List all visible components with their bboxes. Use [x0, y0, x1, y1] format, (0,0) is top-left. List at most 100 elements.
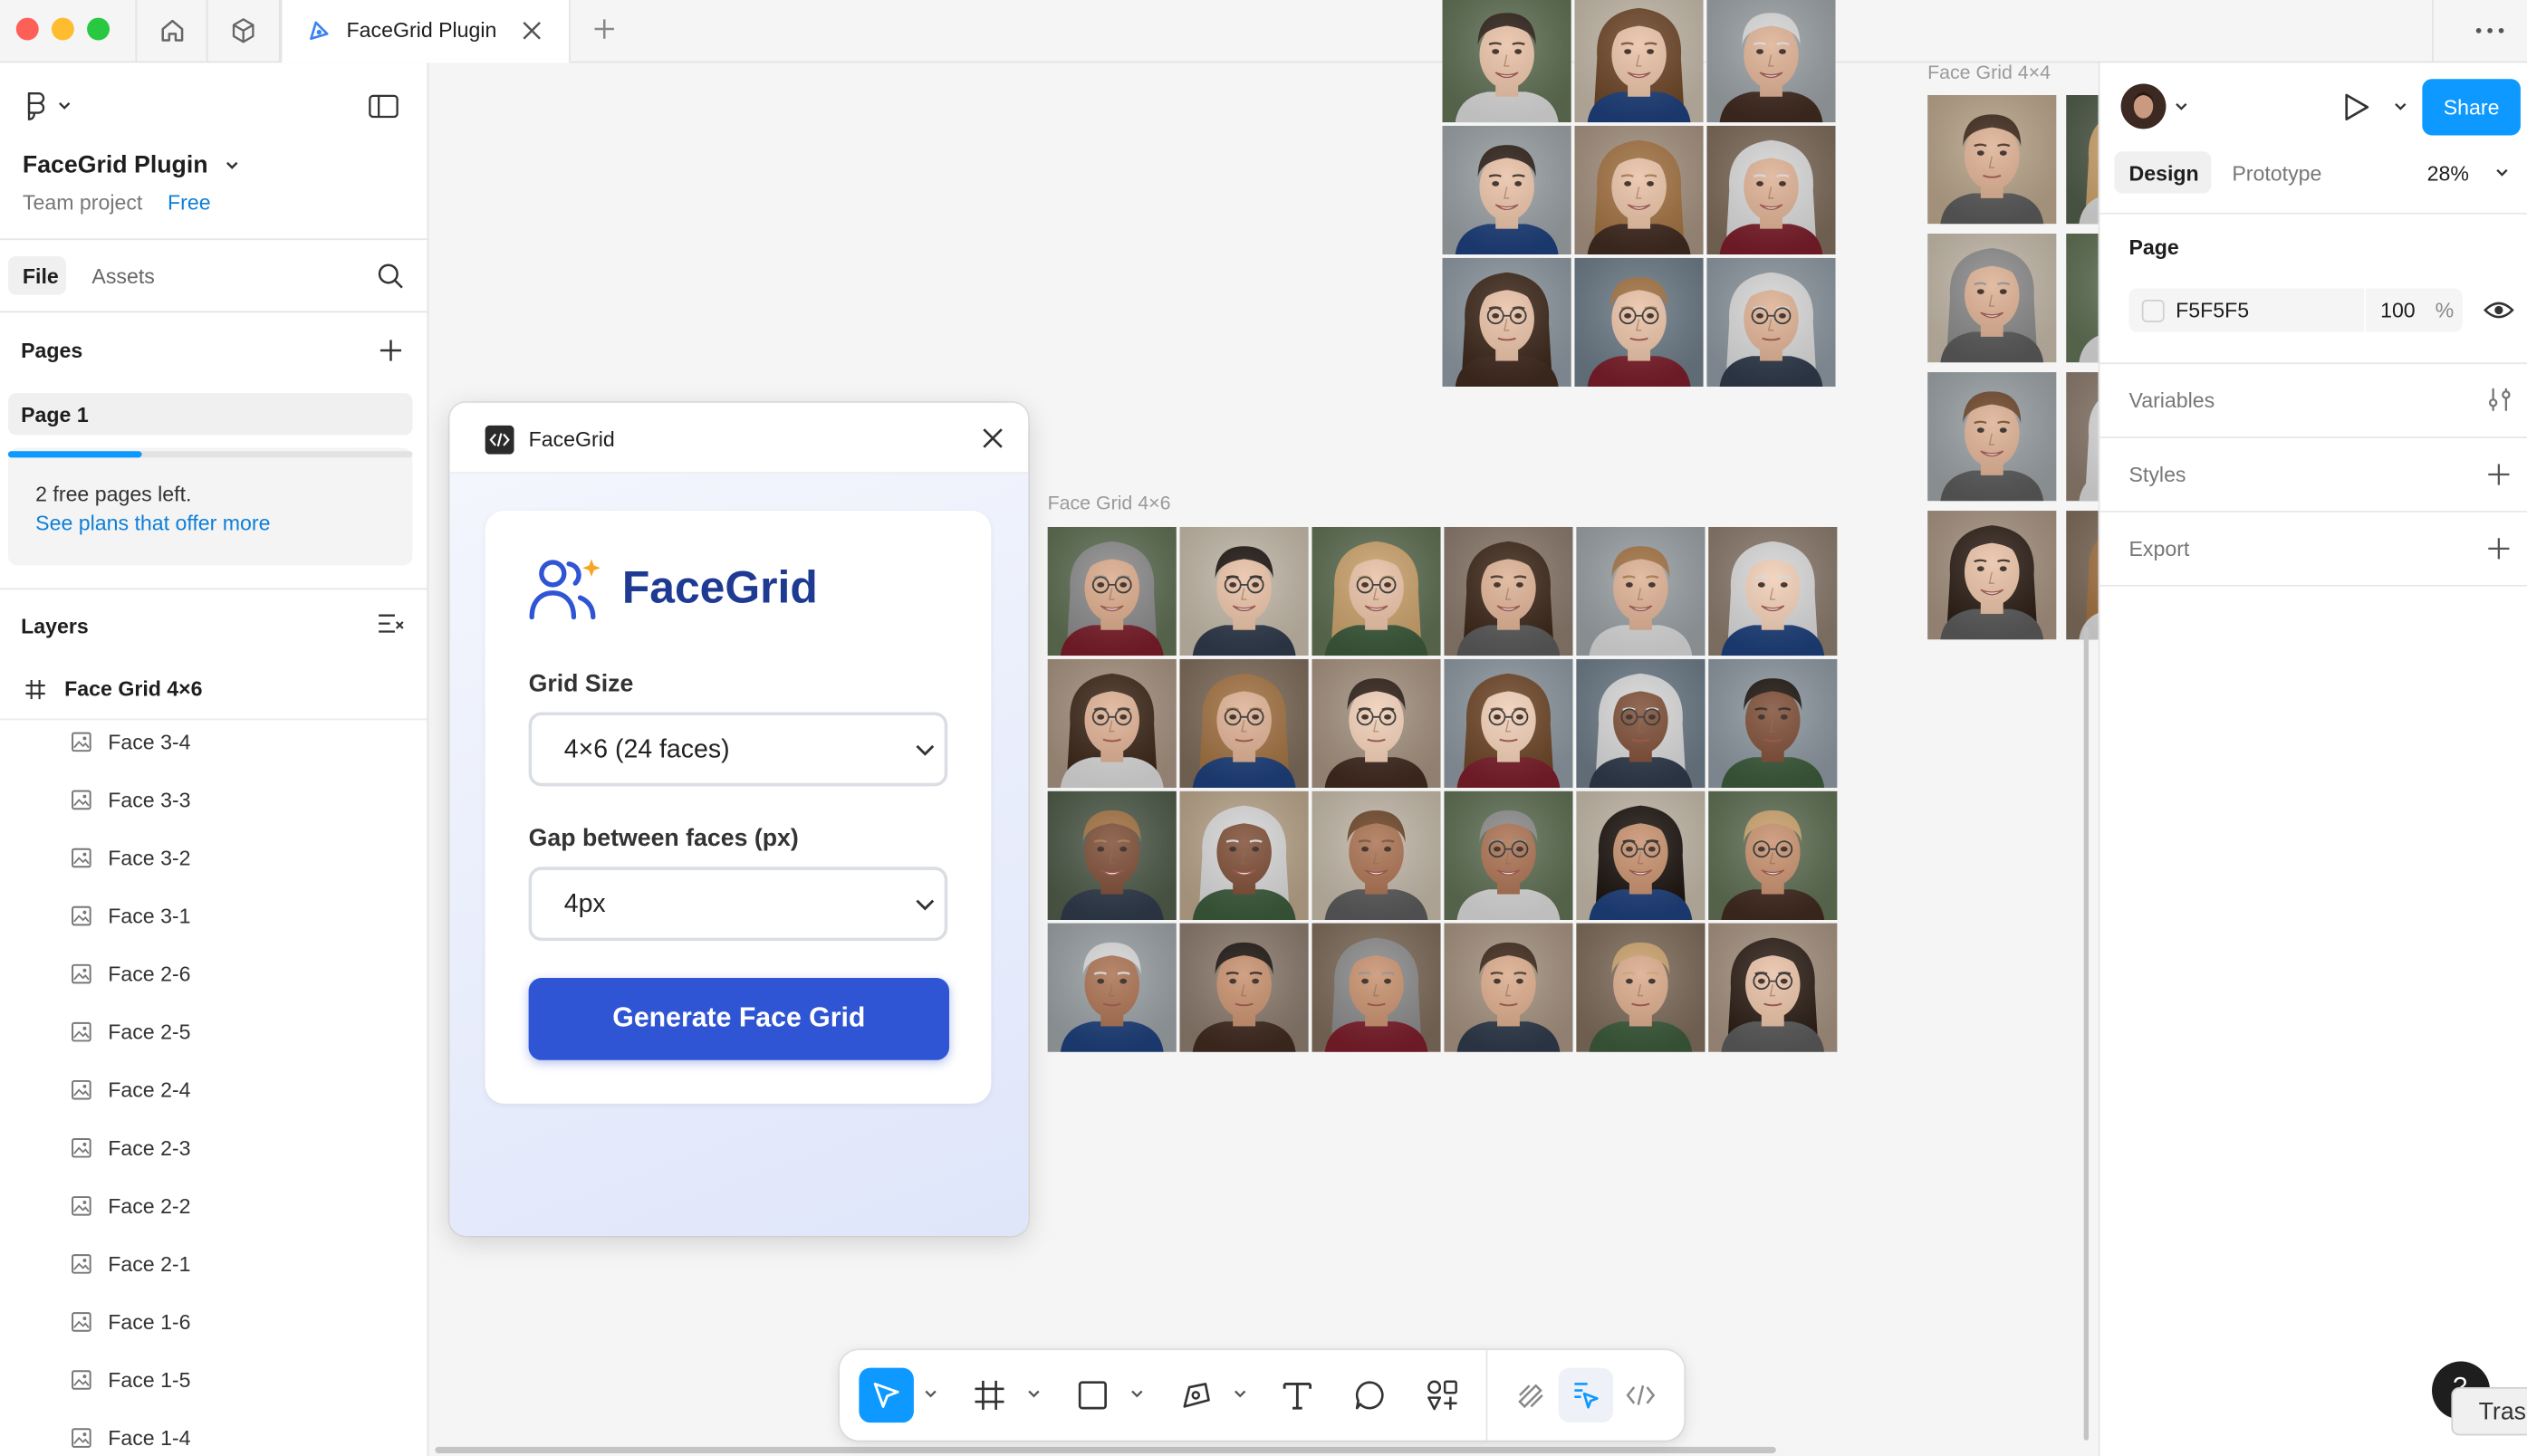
- layer-item[interactable]: Face 2-1: [0, 1236, 428, 1294]
- main-grid-face-thumbnail[interactable]: [1576, 658, 1705, 789]
- color-swatch[interactable]: [2141, 299, 2165, 322]
- export-heading[interactable]: Export: [2129, 537, 2190, 561]
- community-icon[interactable]: [208, 0, 281, 62]
- new-tab-icon[interactable]: [591, 16, 617, 42]
- rectangle-tool-button[interactable]: [1065, 1368, 1119, 1422]
- main-grid-face-thumbnail[interactable]: [1179, 658, 1309, 789]
- frame-label-side[interactable]: Face Grid 4×4: [1927, 62, 2051, 84]
- main-grid-face-thumbnail[interactable]: [1576, 790, 1705, 921]
- main-grid-face-thumbnail[interactable]: [1312, 658, 1441, 789]
- main-grid-face-thumbnail[interactable]: [1179, 923, 1309, 1052]
- side-grid-face-thumbnail[interactable]: [1927, 372, 2057, 502]
- minimize-window-button[interactable]: [51, 17, 74, 41]
- side-grid-face-thumbnail[interactable]: [1927, 511, 2057, 640]
- top-grid-face-thumbnail[interactable]: [1442, 125, 1571, 255]
- top-grid-face-thumbnail[interactable]: [1706, 0, 1836, 123]
- page-item[interactable]: Page 1: [7, 393, 413, 436]
- dev-mode-button[interactable]: [1613, 1368, 1667, 1422]
- comment-tool-button[interactable]: [1342, 1368, 1397, 1422]
- main-grid-face-thumbnail[interactable]: [1708, 923, 1838, 1052]
- side-grid-face-thumbnail[interactable]: [2066, 234, 2099, 363]
- main-grid-face-thumbnail[interactable]: [1576, 923, 1705, 1052]
- more-options-icon[interactable]: [2474, 25, 2506, 35]
- file-name[interactable]: FaceGrid Plugin: [23, 151, 208, 178]
- gap-select[interactable]: 4px: [528, 867, 948, 942]
- layer-item[interactable]: Face 3-3: [0, 771, 428, 829]
- face-grid-main[interactable]: [1047, 526, 1840, 1056]
- layer-item[interactable]: Face 3-4: [0, 714, 428, 771]
- close-plugin-icon[interactable]: [982, 427, 1004, 450]
- side-grid-face-thumbnail[interactable]: [1927, 234, 2057, 363]
- chevron-down-icon[interactable]: [2393, 101, 2407, 112]
- tab-prototype[interactable]: Prototype: [2232, 161, 2321, 186]
- page-color-field[interactable]: F5F5F5 100 %: [2128, 288, 2463, 332]
- layer-item[interactable]: Face 3-2: [0, 829, 428, 887]
- frame-label-main[interactable]: Face Grid 4×6: [1048, 492, 1171, 514]
- layer-item[interactable]: Face 1-6: [0, 1294, 428, 1352]
- close-window-button[interactable]: [15, 17, 39, 41]
- main-grid-face-thumbnail[interactable]: [1444, 658, 1573, 789]
- layer-item[interactable]: Face 2-5: [0, 1004, 428, 1062]
- move-tool-button[interactable]: [859, 1367, 914, 1423]
- layer-item[interactable]: Face 2-4: [0, 1062, 428, 1120]
- chevron-down-icon[interactable]: [2494, 168, 2509, 178]
- layer-item[interactable]: Face 1-5: [0, 1352, 428, 1410]
- toggle-sidebar-icon[interactable]: [368, 93, 400, 119]
- generate-face-grid-button[interactable]: Generate Face Grid: [528, 978, 950, 1060]
- maximize-window-button[interactable]: [87, 17, 110, 41]
- chevron-down-icon[interactable]: [1129, 1389, 1144, 1400]
- layer-frame-face-grid[interactable]: Face Grid 4×6: [0, 661, 428, 719]
- tab-facegrid-plugin[interactable]: FaceGrid Plugin: [280, 0, 571, 63]
- avatar[interactable]: [2120, 83, 2167, 129]
- draw-mode-button[interactable]: [1504, 1368, 1558, 1422]
- collapse-layers-icon[interactable]: [377, 612, 404, 637]
- see-plans-link[interactable]: See plans that offer more: [35, 511, 270, 535]
- top-grid-face-thumbnail[interactable]: [1574, 257, 1704, 388]
- side-grid-face-thumbnail[interactable]: [2066, 372, 2099, 502]
- face-grid-side[interactable]: [1927, 94, 2099, 643]
- layer-item[interactable]: Face 1-4: [0, 1410, 428, 1456]
- main-menu-icon[interactable]: [23, 91, 74, 123]
- design-mode-button[interactable]: [1558, 1367, 1614, 1423]
- main-grid-face-thumbnail[interactable]: [1047, 526, 1177, 656]
- main-grid-face-thumbnail[interactable]: [1444, 923, 1573, 1052]
- main-grid-face-thumbnail[interactable]: [1312, 790, 1441, 921]
- top-grid-face-thumbnail[interactable]: [1706, 125, 1836, 255]
- top-grid-face-thumbnail[interactable]: [1442, 257, 1571, 388]
- variables-adjust-icon[interactable]: [2487, 387, 2513, 412]
- actions-tool-button[interactable]: [1415, 1368, 1469, 1422]
- main-grid-face-thumbnail[interactable]: [1179, 526, 1309, 656]
- zoom-level[interactable]: 28%: [2427, 161, 2469, 186]
- vertical-scrollbar[interactable]: [2083, 627, 2090, 1441]
- chevron-down-icon[interactable]: [1233, 1389, 1247, 1400]
- eye-icon[interactable]: [2483, 300, 2514, 321]
- top-grid-face-thumbnail[interactable]: [1706, 257, 1836, 388]
- close-tab-icon[interactable]: [521, 19, 543, 42]
- page-color-hex[interactable]: F5F5F5: [2176, 298, 2249, 322]
- side-grid-face-thumbnail[interactable]: [1927, 94, 2057, 225]
- main-grid-face-thumbnail[interactable]: [1312, 923, 1441, 1052]
- main-grid-face-thumbnail[interactable]: [1708, 658, 1838, 789]
- main-grid-face-thumbnail[interactable]: [1708, 790, 1838, 921]
- chevron-down-icon[interactable]: [1026, 1389, 1041, 1400]
- add-export-icon[interactable]: [2487, 537, 2512, 561]
- horizontal-scrollbar[interactable]: [435, 1446, 1776, 1453]
- main-grid-face-thumbnail[interactable]: [1576, 526, 1705, 656]
- tab-assets[interactable]: Assets: [91, 264, 154, 289]
- chevron-down-icon[interactable]: [2174, 101, 2188, 112]
- frame-tool-button[interactable]: [962, 1368, 1016, 1422]
- chevron-down-icon[interactable]: [224, 159, 240, 172]
- share-button[interactable]: Share: [2422, 79, 2521, 136]
- plan-badge[interactable]: Free: [168, 190, 211, 215]
- layer-item[interactable]: Face 2-3: [0, 1120, 428, 1178]
- search-icon[interactable]: [377, 263, 404, 290]
- add-style-icon[interactable]: [2487, 463, 2512, 487]
- home-icon[interactable]: [135, 0, 208, 62]
- tab-file[interactable]: File: [7, 255, 66, 295]
- pen-tool-button[interactable]: [1168, 1368, 1223, 1422]
- layer-item[interactable]: Face 2-2: [0, 1178, 428, 1236]
- tab-design[interactable]: Design: [2114, 151, 2212, 194]
- side-grid-face-thumbnail[interactable]: [2066, 511, 2099, 640]
- side-grid-face-thumbnail[interactable]: [2066, 94, 2099, 225]
- main-grid-face-thumbnail[interactable]: [1179, 790, 1309, 921]
